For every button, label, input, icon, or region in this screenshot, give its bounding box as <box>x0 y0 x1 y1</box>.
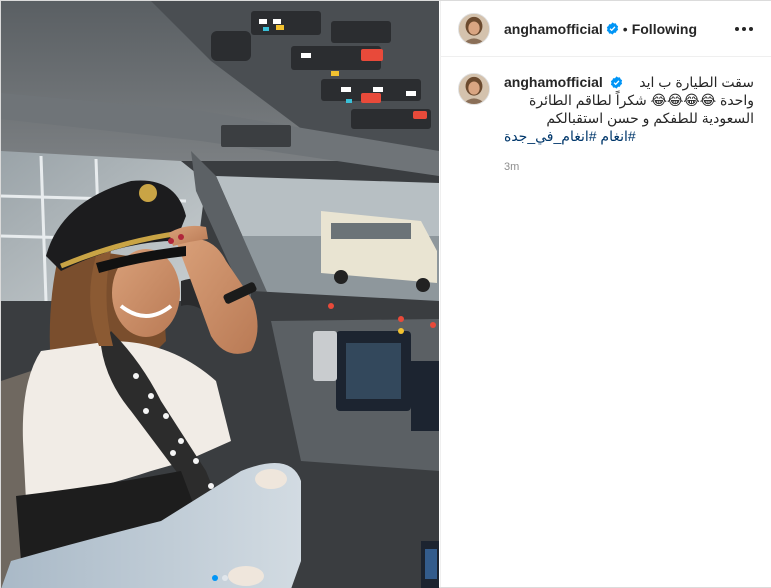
avatar-image <box>459 74 489 104</box>
caption-first-line: anghamofficial سقت الطيارة ب ايد <box>504 73 754 91</box>
caption-body: anghamofficial سقت الطيارة ب ايد واحدة 😂… <box>504 73 754 173</box>
caption-text-line-1: سقت الطيارة ب ايد <box>639 74 754 90</box>
separator-dot: • <box>622 20 628 37</box>
carousel-indicator <box>1 575 439 581</box>
cockpit-photo <box>1 1 439 588</box>
following-button[interactable]: Following <box>632 21 697 37</box>
hashtag-link[interactable]: #انغام_في_جدة <box>504 128 597 144</box>
post-photo[interactable] <box>1 1 439 588</box>
carousel-dot <box>222 575 228 581</box>
caption-username-link[interactable]: anghamofficial <box>504 74 603 90</box>
caption-hashtags: #انغام #انغام_في_جدة <box>504 127 754 145</box>
post-header: anghamofficial • Following <box>441 1 771 57</box>
carousel-dot-active <box>212 575 218 581</box>
avatar-image <box>459 13 489 44</box>
instagram-post: anghamofficial • Following anghamofficia… <box>0 0 771 588</box>
verified-badge-icon <box>610 76 622 89</box>
caption-text-line-2: واحدة 😂😂😂😂 شكراً لطاقم الطائرة <box>529 92 754 108</box>
caption-text-line-3: السعودية للطفكم و حسن استقبالكم <box>546 110 754 126</box>
profile-avatar[interactable] <box>458 12 490 45</box>
caption-avatar[interactable] <box>458 73 490 105</box>
username-link[interactable]: anghamofficial <box>504 21 603 37</box>
post-timestamp[interactable]: 3m <box>504 161 754 173</box>
hashtag-link[interactable]: #انغام <box>600 128 635 144</box>
more-options-icon[interactable] <box>731 23 757 35</box>
post-side-panel: anghamofficial • Following anghamofficia… <box>440 1 771 587</box>
caption: anghamofficial سقت الطيارة ب ايد واحدة 😂… <box>441 57 771 173</box>
verified-badge-icon <box>606 22 618 35</box>
